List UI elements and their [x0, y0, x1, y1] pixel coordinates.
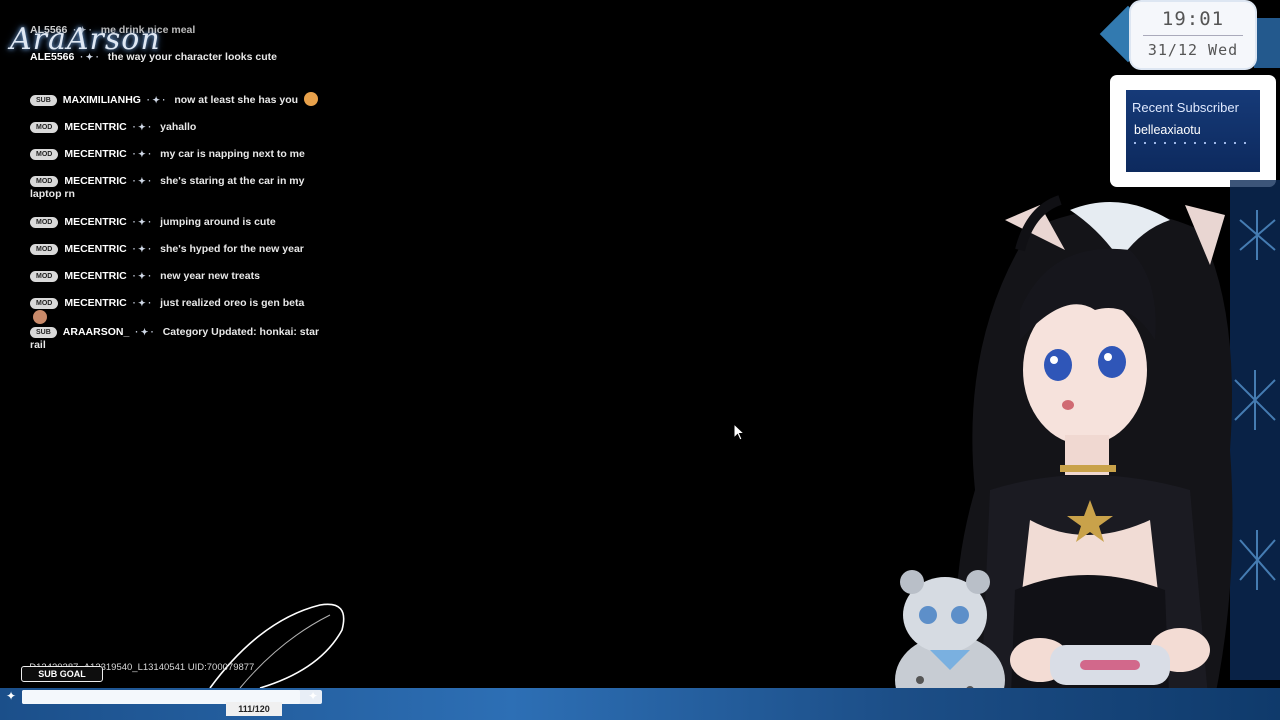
face-emote-icon — [33, 310, 47, 324]
sparkle-icon: ✦ — [6, 689, 17, 703]
sparkle-icon: · ✦ · — [132, 244, 152, 254]
sub-badge: SUB — [30, 95, 57, 106]
dotted-divider — [1134, 142, 1252, 144]
chat-username: ARAARSON_ — [62, 326, 130, 338]
chat-username: MECENTRIC — [64, 148, 127, 160]
wing-decoration-icon — [209, 603, 345, 689]
chat-username: MECENTRIC — [64, 297, 127, 309]
chat-message: MOD MECENTRIC · ✦ · my car is napping nex… — [30, 148, 320, 161]
clock-time: 19:01 — [1161, 8, 1225, 30]
sparkle-icon: · ✦ · — [132, 176, 152, 186]
recent-subscriber-name: belleaxiaotu — [1134, 123, 1201, 137]
clock-date: 31/12 Wed — [1147, 41, 1239, 59]
chat-username: MECENTRIC — [64, 175, 127, 187]
mod-badge: MOD — [30, 298, 59, 309]
chat-message: MOD MECENTRIC · ✦ · yahallo — [30, 121, 320, 134]
chat-username: AL5566 — [30, 24, 68, 36]
channel-logo: AraArson — [6, 8, 196, 78]
sub-badge: SUB — [30, 327, 57, 338]
chat-text: new year new treats — [160, 270, 260, 282]
chat-text: she's hyped for the new year — [160, 243, 304, 255]
mod-badge: MOD — [30, 217, 59, 228]
sparkle-icon: · ✦ · — [132, 122, 152, 132]
sparkle-icon: · ✦ · — [132, 271, 152, 281]
chat-text: now at least she has you — [174, 94, 299, 106]
mod-badge: MOD — [30, 149, 59, 160]
sparkle-icon: · ✦ · — [146, 95, 166, 105]
chat-username: ALE5566 — [30, 51, 75, 63]
chat-message: MOD MECENTRIC · ✦ · jumping around is cut… — [30, 216, 320, 229]
chat-username: MECENTRIC — [64, 121, 127, 133]
chat-username: MECENTRIC — [64, 243, 127, 255]
vtuber-avatar — [895, 195, 1233, 720]
sparkle-icon: · ✦ · — [132, 217, 152, 227]
mod-badge: MOD — [30, 122, 59, 133]
mod-badge: MOD — [30, 176, 59, 187]
clock-widget: 19:01 31/12 Wed — [1131, 2, 1255, 68]
chat-text: just realized oreo is gen beta — [160, 297, 305, 309]
sparkle-icon: · ✦ · — [132, 149, 152, 159]
chat-message: AL5566 · ✦ · me drink nice meal — [30, 24, 320, 37]
chat-message: MOD MECENTRIC · ✦ · she's hyped for the n… — [30, 243, 320, 256]
chat-message: MOD MECENTRIC · ✦ · just realized oreo is… — [30, 297, 320, 325]
chat-username: MECENTRIC — [64, 270, 127, 282]
mouse-cursor-icon — [733, 423, 746, 441]
chat-text: jumping around is cute — [160, 216, 276, 228]
chat-message: MOD MECENTRIC · ✦ · new year new treats — [30, 270, 320, 283]
sparkle-icon: · ✦ · — [80, 52, 99, 62]
sub-goal-count: 111/120 — [226, 702, 282, 716]
chat-text: yahallo — [160, 121, 197, 133]
sparkle-icon: · ✦ · — [135, 327, 154, 337]
clock-divider — [1143, 35, 1243, 36]
chat-text: my car is napping next to me — [160, 148, 305, 160]
recent-subscriber-widget: Recent Subscriber belleaxiaotu — [1108, 73, 1278, 189]
recent-subscriber-panel: Recent Subscriber belleaxiaotu — [1126, 90, 1260, 172]
sparkle-icon: · ✦ · — [132, 298, 152, 308]
chat-message: SUB ARAARSON_ · ✦ · Category Updated: hon… — [30, 326, 320, 352]
chat-username: MAXIMILIANHG — [62, 94, 141, 106]
chat-message: ALE5566 · ✦ · the way your character loo… — [30, 51, 320, 64]
chat-username: MECENTRIC — [64, 216, 127, 228]
chat-message: SUB MAXIMILIANHG · ✦ · now at least she h… — [30, 92, 320, 107]
chat-text: the way your character looks cute — [107, 51, 277, 63]
chat-message: MOD MECENTRIC · ✦ · she's staring at the … — [30, 175, 320, 201]
mod-badge: MOD — [30, 271, 59, 282]
clock-decoration — [1254, 18, 1280, 68]
chat-text: me drink nice meal — [100, 24, 196, 36]
sparkle-icon: ✦ — [308, 689, 319, 703]
sub-goal-label: SUB GOAL — [21, 666, 103, 682]
recent-subscriber-title: Recent Subscriber — [1132, 100, 1239, 115]
cat-emote-icon — [303, 92, 318, 106]
sparkle-icon: · ✦ · — [73, 25, 92, 35]
mod-badge: MOD — [30, 244, 59, 255]
